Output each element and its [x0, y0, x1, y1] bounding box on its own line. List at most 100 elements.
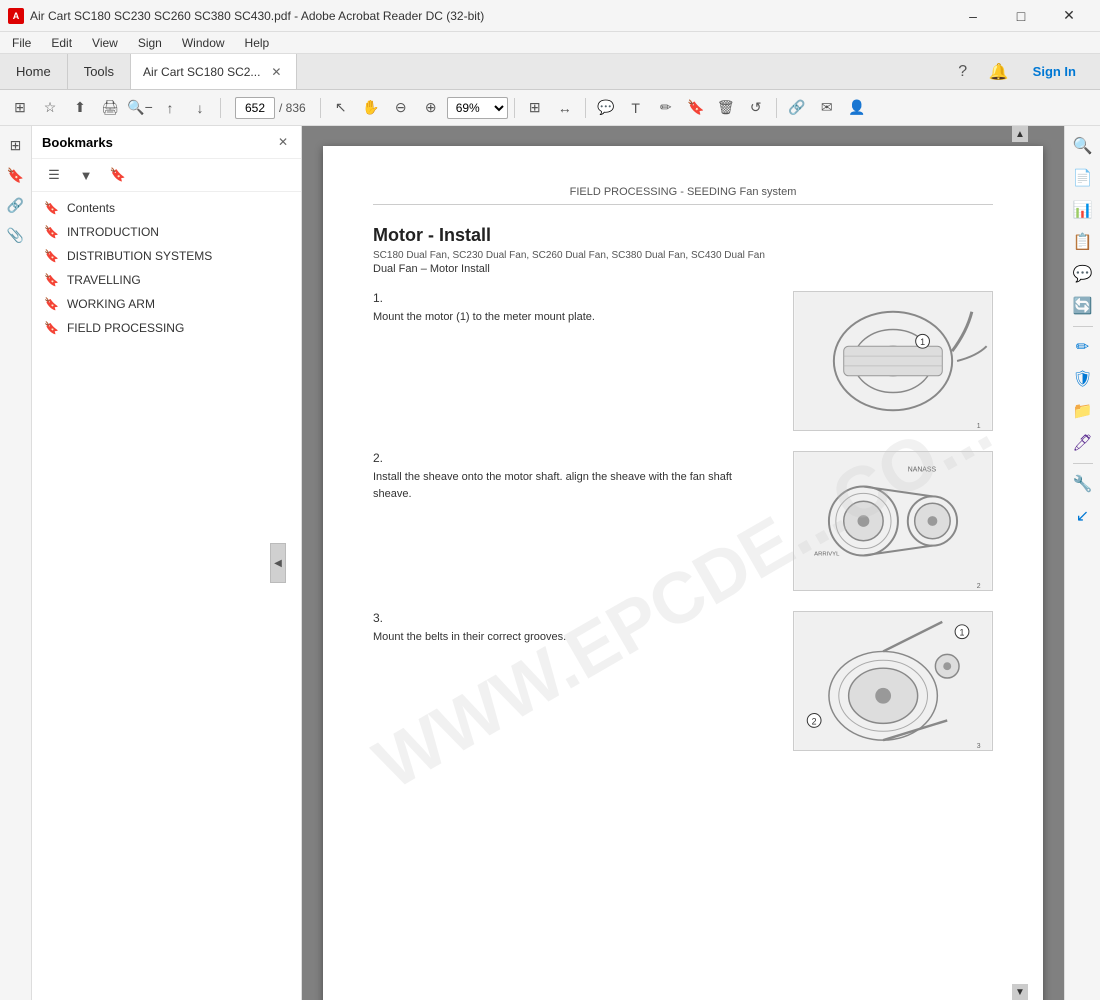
- section-title: Motor - Install: [373, 225, 993, 246]
- bookmark-item-field-processing[interactable]: 🔖 FIELD PROCESSING: [32, 316, 301, 340]
- doc-section-header: FIELD PROCESSING - SEEDING Fan system: [373, 186, 993, 205]
- right-panel-separator-2: [1073, 463, 1093, 464]
- zoom-select[interactable]: 69% 50% 75% 100% 125%: [447, 97, 508, 119]
- tab-home[interactable]: Home: [0, 54, 68, 89]
- bookmark-item-introduction[interactable]: 🔖 INTRODUCTION: [32, 220, 301, 244]
- sidebar-close-button[interactable]: ✕: [275, 134, 291, 150]
- bookmark-item-travelling[interactable]: 🔖 TRAVELLING: [32, 268, 301, 292]
- maximize-button[interactable]: □: [998, 0, 1044, 32]
- email-button[interactable]: ✉: [813, 94, 841, 122]
- right-pen-button[interactable]: ✏: [1069, 333, 1097, 361]
- right-shield-button[interactable]: 🛡: [1069, 365, 1097, 393]
- menu-sign[interactable]: Sign: [130, 34, 170, 52]
- link-button[interactable]: 🔗: [783, 94, 811, 122]
- bookmark-label-distribution: DISTRIBUTION SYSTEMS: [67, 249, 212, 263]
- toolbar-separator-1: [220, 98, 221, 118]
- tab-tools[interactable]: Tools: [68, 54, 131, 89]
- sidebar-list-view-button[interactable]: ☰: [40, 163, 68, 187]
- print-button[interactable]: 🖨: [96, 94, 124, 122]
- bookmark-label-working-arm: WORKING ARM: [67, 297, 155, 311]
- bookmark-item-working-arm[interactable]: 🔖 WORKING ARM: [32, 292, 301, 316]
- delete-button[interactable]: 🗑: [712, 94, 740, 122]
- panel-pages-button[interactable]: ⊞: [3, 132, 29, 158]
- tab-right-actions: ? 🔔 Sign In: [937, 54, 1100, 89]
- right-expand-button[interactable]: ↙: [1069, 502, 1097, 530]
- step-2-text: 2. Install the sheave onto the motor sha…: [373, 451, 773, 502]
- zoom-out-button[interactable]: 🔍−: [126, 94, 154, 122]
- menu-window[interactable]: Window: [174, 34, 233, 52]
- sidebar-dropdown-button[interactable]: ▼: [72, 163, 100, 187]
- create-button[interactable]: ⊞: [6, 94, 34, 122]
- page-total: / 836: [279, 101, 306, 115]
- bookmark-icon-distribution: 🔖: [44, 249, 59, 263]
- toolbar-separator-3: [514, 98, 515, 118]
- stamp-button[interactable]: 🔖: [682, 94, 710, 122]
- panel-links-button[interactable]: 🔗: [3, 192, 29, 218]
- notification-button[interactable]: 🔔: [985, 58, 1013, 86]
- toolbar-separator-2: [320, 98, 321, 118]
- sidebar-header: Bookmarks ✕: [32, 126, 301, 159]
- menu-edit[interactable]: Edit: [43, 34, 80, 52]
- right-search-button[interactable]: 🔍: [1069, 132, 1097, 160]
- step-1-text: 1. Mount the motor (1) to the meter moun…: [373, 291, 773, 326]
- step-1-image: 1 1: [793, 291, 993, 431]
- sidebar-add-bookmark-button[interactable]: 🔖: [104, 163, 132, 187]
- right-tools-button[interactable]: 🔧: [1069, 470, 1097, 498]
- tab-close-button[interactable]: ✕: [268, 64, 284, 80]
- menu-help[interactable]: Help: [237, 34, 278, 52]
- user-button[interactable]: 👤: [843, 94, 871, 122]
- window-title: Air Cart SC180 SC230 SC260 SC380 SC430.p…: [30, 9, 484, 23]
- sidebar-title: Bookmarks: [42, 135, 113, 150]
- bookmark-label-field-processing: FIELD PROCESSING: [67, 321, 184, 335]
- toolbar-separator-5: [776, 98, 777, 118]
- page-number-input[interactable]: [235, 97, 275, 119]
- main-layout: ⊞ 🔖 🔗 📎 Bookmarks ✕ ☰ ▼ 🔖 🔖 Contents 🔖 I…: [0, 126, 1100, 1000]
- step-2-row: 2. Install the sheave onto the motor sha…: [373, 451, 993, 591]
- cursor-tool[interactable]: ↖: [327, 94, 355, 122]
- menu-file[interactable]: File: [4, 34, 39, 52]
- step-1-desc: Mount the motor (1) to the meter mount p…: [373, 309, 773, 326]
- pan-tool[interactable]: ✋: [357, 94, 385, 122]
- tab-document[interactable]: Air Cart SC180 SC2... ✕: [131, 54, 297, 89]
- step-3-text: 3. Mount the belts in their correct groo…: [373, 611, 773, 646]
- window-controls: – □ ✕: [950, 0, 1092, 32]
- zoom-in-next-button[interactable]: ↓: [186, 94, 214, 122]
- fit-width-button[interactable]: ↔: [551, 94, 579, 122]
- help-button[interactable]: ?: [949, 58, 977, 86]
- right-clipboard-button[interactable]: 📋: [1069, 228, 1097, 256]
- right-translate-button[interactable]: 🔄: [1069, 292, 1097, 320]
- pdf-area[interactable]: ▲ ▼ WWW.EPCDE...CO... FIELD PROCESSING -…: [302, 126, 1064, 1000]
- bookmark-item-distribution[interactable]: 🔖 DISTRIBUTION SYSTEMS: [32, 244, 301, 268]
- share-button[interactable]: ⬆: [66, 94, 94, 122]
- scroll-up-button[interactable]: ▲: [1012, 126, 1028, 142]
- fit-page-button[interactable]: ⊞: [521, 94, 549, 122]
- bookmark-item-contents[interactable]: 🔖 Contents: [32, 196, 301, 220]
- svg-text:ARRIVYL: ARRIVYL: [814, 552, 840, 558]
- scroll-down-button[interactable]: ▼: [1012, 984, 1028, 1000]
- svg-text:1: 1: [977, 423, 981, 430]
- panel-bookmarks-button[interactable]: 🔖: [3, 162, 29, 188]
- section-subtitle: SC180 Dual Fan, SC230 Dual Fan, SC260 Du…: [373, 250, 993, 261]
- draw-button[interactable]: ✏: [652, 94, 680, 122]
- undo-button[interactable]: ↺: [742, 94, 770, 122]
- right-pen2-button[interactable]: 🖊: [1069, 429, 1097, 457]
- step-3-desc: Mount the belts in their correct grooves…: [373, 629, 773, 646]
- panel-attachments-button[interactable]: 📎: [3, 222, 29, 248]
- right-comment-button[interactable]: 💬: [1069, 260, 1097, 288]
- sidebar-collapse-button[interactable]: ◀: [270, 543, 286, 583]
- right-chart-button[interactable]: 📊: [1069, 196, 1097, 224]
- minimize-button[interactable]: –: [950, 0, 996, 32]
- zoom-in-prev-button[interactable]: ↑: [156, 94, 184, 122]
- zoom-in-tool[interactable]: ⊕: [417, 94, 445, 122]
- bookmark-add-button[interactable]: ☆: [36, 94, 64, 122]
- right-folder-button[interactable]: 📁: [1069, 397, 1097, 425]
- acrobat-icon: A: [8, 8, 24, 24]
- title-bar-left: A Air Cart SC180 SC230 SC260 SC380 SC430…: [8, 8, 484, 24]
- comment-button[interactable]: 💬: [592, 94, 620, 122]
- right-document-button[interactable]: 📄: [1069, 164, 1097, 192]
- close-button[interactable]: ✕: [1046, 0, 1092, 32]
- highlight-button[interactable]: T: [622, 94, 650, 122]
- zoom-out-tool[interactable]: ⊖: [387, 94, 415, 122]
- sign-in-button[interactable]: Sign In: [1021, 60, 1088, 83]
- menu-view[interactable]: View: [84, 34, 126, 52]
